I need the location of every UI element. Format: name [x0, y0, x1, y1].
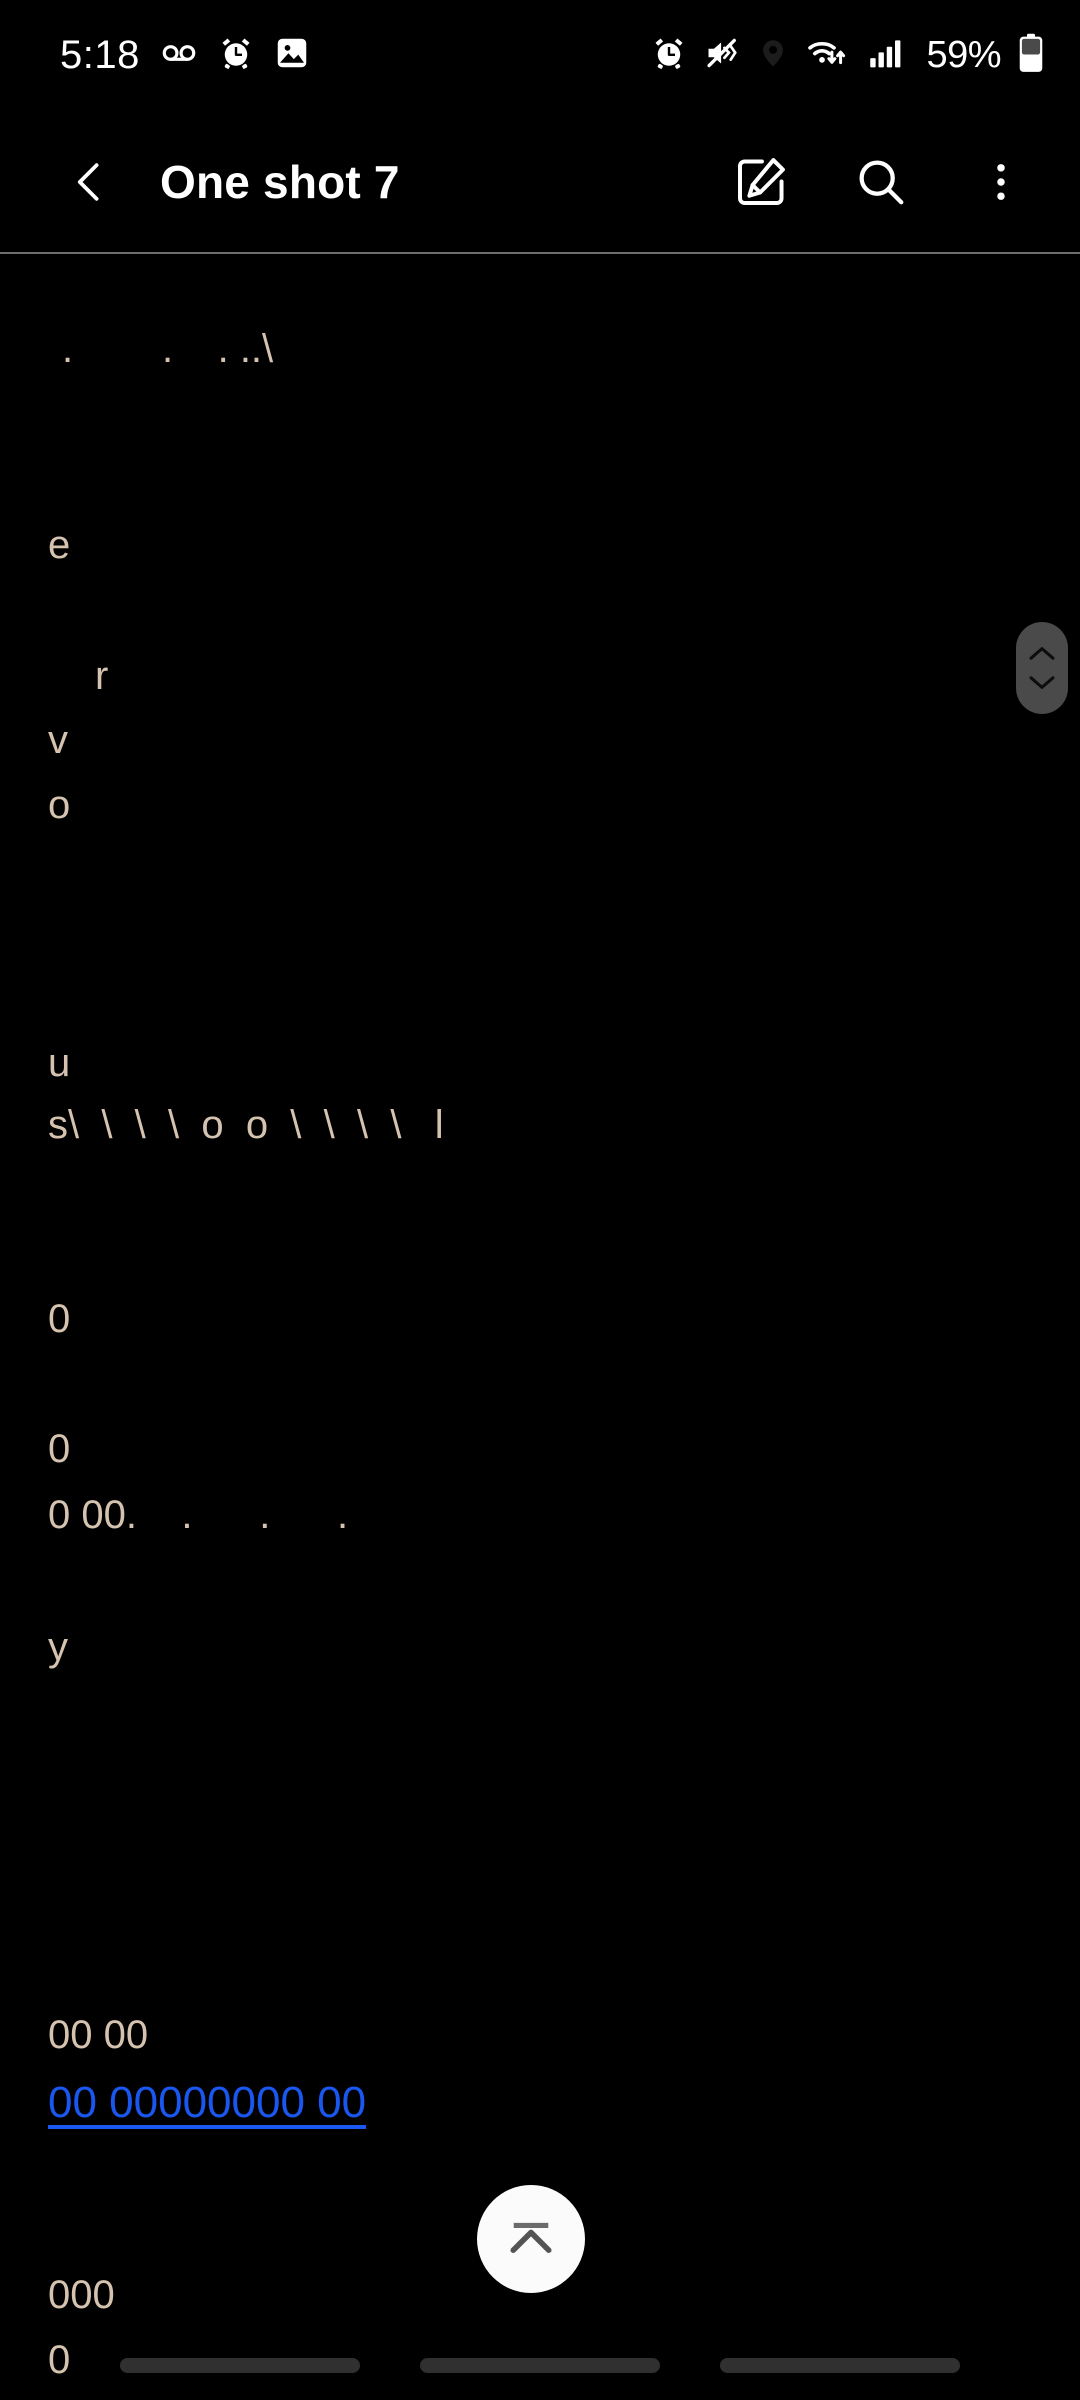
document-link[interactable]: 00 00000000 00: [48, 2081, 366, 2125]
scrollbar-thumb[interactable]: [1016, 622, 1068, 714]
status-bar: 5:18 59%: [0, 0, 1080, 110]
alarm-icon: [651, 35, 687, 76]
scroll-to-top-icon: [510, 2222, 552, 2253]
status-bar-right: 59%: [651, 33, 1044, 78]
back-pill[interactable]: [720, 2357, 960, 2373]
document-line: v: [48, 718, 68, 762]
document-line: u: [48, 1041, 71, 1085]
edit-note-button[interactable]: [730, 151, 792, 213]
app-bar-divider: [0, 252, 1080, 254]
search-button[interactable]: [850, 151, 912, 213]
document-line: r: [95, 654, 109, 698]
document-line: 000: [48, 2273, 115, 2317]
status-bar-left: 5:18: [60, 33, 310, 78]
voicemail-icon: [160, 34, 198, 77]
battery-percent-label: 59%: [926, 33, 1001, 76]
signal-icon: [867, 35, 905, 76]
back-button[interactable]: [58, 150, 122, 214]
document-line: 0: [48, 1427, 71, 1471]
recents-pill[interactable]: [120, 2357, 360, 2373]
chevron-up-icon: [1029, 646, 1055, 660]
app-bar: One shot 7: [0, 110, 1080, 253]
edit-note-icon: [738, 157, 785, 205]
search-icon: [859, 160, 904, 204]
home-pill[interactable]: [420, 2357, 660, 2373]
document-line: s\ \ \ \ o o \ \ \ \ l: [48, 1103, 444, 1147]
document-line: o: [48, 783, 71, 827]
document-line: y: [48, 1625, 68, 1669]
chevron-left-icon: [77, 162, 99, 201]
more-vertical-icon: [997, 163, 1005, 200]
location-icon: [757, 37, 789, 74]
app-bar-actions: [730, 151, 1032, 213]
document-line: 0 00. . . .: [48, 1493, 349, 1537]
document-content[interactable]: . . . ..\ e r v o u s\ \ \ \ o o \ \ \ \…: [0, 255, 1080, 2400]
image-icon: [274, 35, 310, 76]
mute-vibrate-icon: [704, 35, 740, 76]
more-options-button[interactable]: [970, 151, 1032, 213]
scroll-to-top-fab[interactable]: [477, 2185, 585, 2293]
status-clock: 5:18: [60, 32, 140, 77]
navigation-bar: [0, 2330, 1080, 2400]
document-line: e: [48, 523, 71, 567]
chevron-down-icon: [1029, 676, 1055, 690]
document-line: 00 00: [48, 2013, 149, 2057]
document-line: . . . ..\: [62, 327, 274, 371]
alarm-icon: [218, 35, 254, 76]
page-title: One shot 7: [160, 155, 400, 208]
battery-icon: [1018, 33, 1044, 78]
document-line: 0: [48, 1297, 71, 1341]
wifi-icon: [806, 35, 850, 76]
